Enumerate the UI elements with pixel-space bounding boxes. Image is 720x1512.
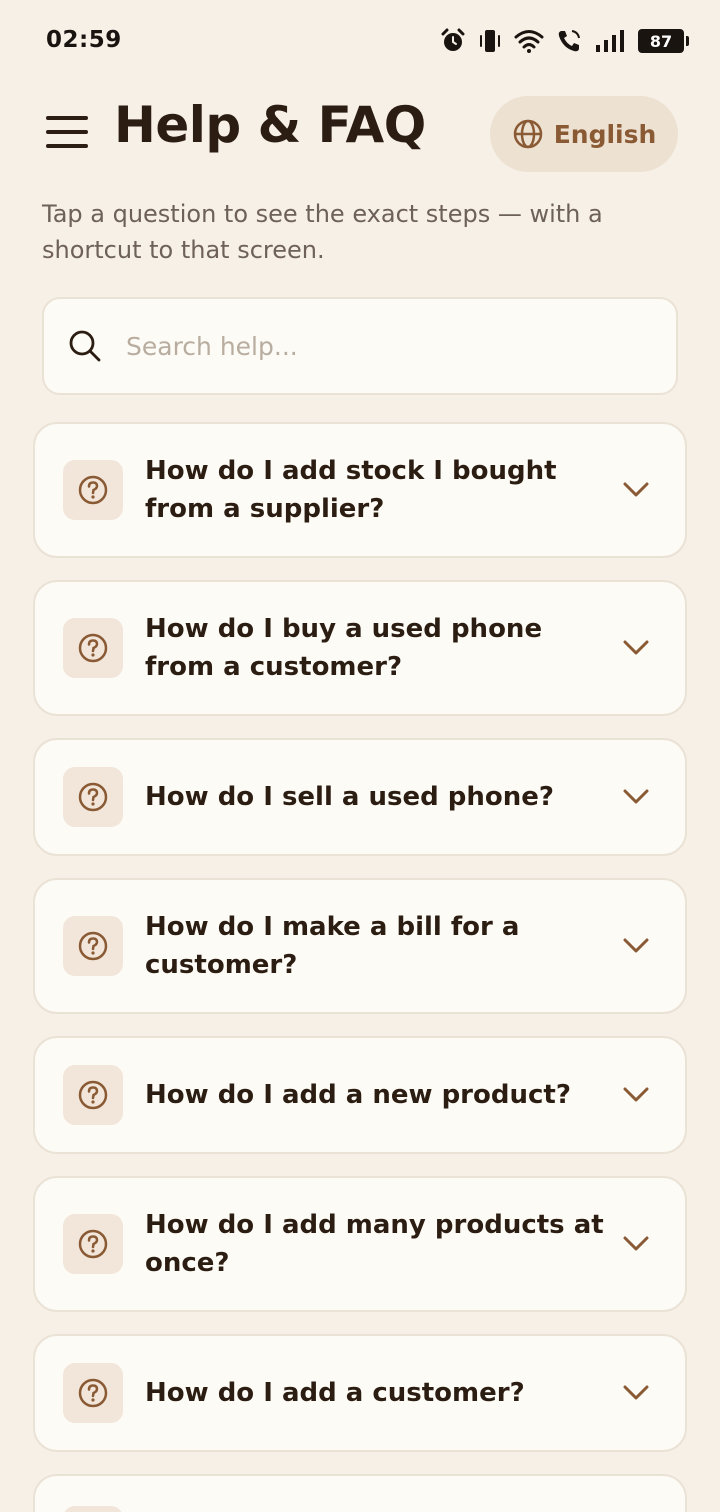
wifi-icon xyxy=(514,30,544,53)
faq-item-add-product[interactable]: How do I add a new product? xyxy=(33,1036,687,1154)
faq-item-next[interactable] xyxy=(33,1474,687,1512)
faq-question: How do I sell a used phone? xyxy=(145,782,555,812)
chevron-down-icon xyxy=(621,1229,651,1259)
question-circle-icon xyxy=(78,1080,108,1110)
hamburger-icon-line xyxy=(46,144,88,148)
faq-question: How do I add stock I bought from a suppl… xyxy=(145,456,557,524)
faq-item-buy-used-phone[interactable]: How do I buy a used phone from a custome… xyxy=(33,580,687,716)
language-button[interactable]: English xyxy=(490,96,678,172)
question-circle-icon xyxy=(78,475,108,505)
faq-question: How do I add a new product? xyxy=(145,1080,571,1110)
page-title: Help & FAQ xyxy=(114,96,426,154)
chevron-down-icon xyxy=(621,931,651,961)
faq-question: How do I make a bill for a customer? xyxy=(145,912,520,980)
question-badge xyxy=(63,1506,123,1512)
faq-question: How do I add a customer? xyxy=(145,1378,525,1408)
question-badge xyxy=(63,1214,123,1274)
faq-list: How do I add stock I bought from a suppl… xyxy=(33,422,687,1512)
chevron-down-icon xyxy=(621,1378,651,1408)
question-circle-icon xyxy=(78,1378,108,1408)
question-badge xyxy=(63,460,123,520)
faq-item-sell-used-phone[interactable]: How do I sell a used phone? xyxy=(33,738,687,856)
question-badge xyxy=(63,916,123,976)
hamburger-icon-line xyxy=(46,130,88,134)
question-badge xyxy=(63,1363,123,1423)
globe-icon xyxy=(513,119,542,149)
question-circle-icon xyxy=(78,782,108,812)
question-circle-icon xyxy=(78,931,108,961)
search-icon xyxy=(69,330,101,362)
faq-item-add-stock[interactable]: How do I add stock I bought from a suppl… xyxy=(33,422,687,558)
question-badge xyxy=(63,1065,123,1125)
chevron-down-icon xyxy=(621,475,651,505)
status-icons: 87 xyxy=(440,24,689,58)
menu-button[interactable] xyxy=(44,112,90,152)
alarm-icon xyxy=(441,28,465,51)
faq-question: How do I add many products at once? xyxy=(145,1210,604,1278)
hamburger-icon-line xyxy=(46,116,88,120)
signal-icon xyxy=(596,30,624,52)
call-icon xyxy=(558,30,580,52)
status-time: 02:59 xyxy=(46,27,122,53)
status-bar: 02:59 87 xyxy=(0,0,720,80)
chevron-down-icon xyxy=(621,782,651,812)
faq-item-make-bill[interactable]: How do I make a bill for a customer? xyxy=(33,878,687,1014)
battery-indicator: 87 xyxy=(638,29,689,53)
chevron-down-icon xyxy=(621,1080,651,1110)
faq-item-add-customer[interactable]: How do I add a customer? xyxy=(33,1334,687,1452)
vibrate-icon xyxy=(480,30,500,52)
header: Help & FAQ English xyxy=(0,90,720,180)
question-badge xyxy=(63,767,123,827)
chevron-down-icon xyxy=(621,633,651,663)
faq-item-add-many-products[interactable]: How do I add many products at once? xyxy=(33,1176,687,1312)
language-label: English xyxy=(553,119,657,149)
question-circle-icon xyxy=(78,633,108,663)
search-input[interactable] xyxy=(126,331,646,361)
search-box[interactable] xyxy=(42,297,678,395)
page-subtitle: Tap a question to see the exact steps — … xyxy=(42,200,603,264)
question-circle-icon xyxy=(78,1229,108,1259)
question-badge xyxy=(63,618,123,678)
faq-question: How do I buy a used phone from a custome… xyxy=(145,614,543,682)
